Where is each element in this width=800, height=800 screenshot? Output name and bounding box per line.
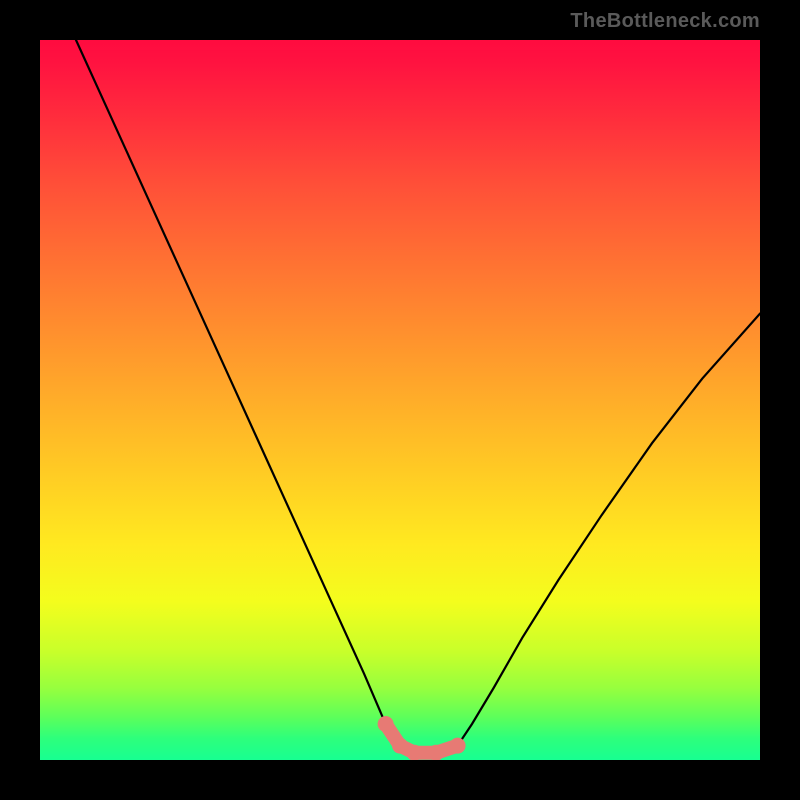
watermark-text: TheBottleneck.com	[570, 10, 760, 33]
gradient-background	[40, 40, 760, 760]
bottleneck-chart	[40, 40, 760, 760]
chart-area	[40, 40, 760, 760]
